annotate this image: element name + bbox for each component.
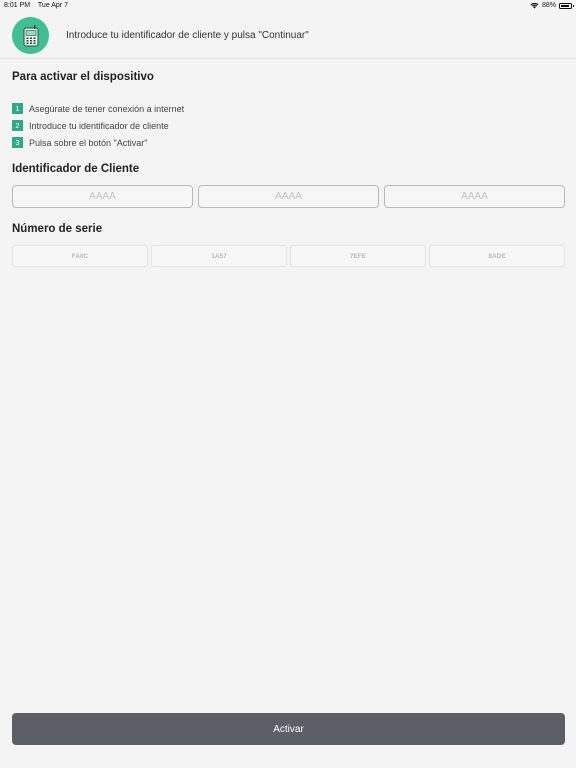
- serial-part-3: 7EFE: [290, 245, 426, 267]
- battery-fill: [561, 4, 569, 7]
- status-right: 88%: [530, 2, 574, 9]
- step-number: 1: [12, 103, 23, 114]
- wifi-icon: [530, 2, 539, 9]
- serial-part-2: 1A57: [151, 245, 287, 267]
- activation-title: Para activar el dispositivo: [12, 71, 154, 83]
- battery-tip: [572, 5, 574, 7]
- battery-icon: [559, 2, 574, 9]
- client-id-input-1[interactable]: [12, 185, 193, 208]
- step-item: 1 Asegúrate de tener conexión a internet: [12, 100, 184, 117]
- client-id-input-3[interactable]: [384, 185, 565, 208]
- step-item: 3 Pulsa sobre el botón "Activar": [12, 134, 184, 151]
- phone-icon: [12, 17, 49, 54]
- status-date: Tue Apr 7: [37, 2, 68, 9]
- activate-button[interactable]: Activar: [12, 713, 565, 745]
- serial-number-fields: FA0C 1A57 7EFE 8ADE: [12, 245, 565, 267]
- step-text: Introduce tu identificador de cliente: [29, 120, 169, 131]
- serial-part-4: 8ADE: [429, 245, 565, 267]
- step-number: 3: [12, 137, 23, 148]
- step-text: Asegúrate de tener conexión a internet: [29, 103, 185, 114]
- header: Introduce tu identificador de cliente y …: [0, 12, 576, 59]
- client-id-input-2[interactable]: [198, 185, 379, 208]
- client-id-fields: [12, 185, 565, 208]
- client-id-title: Identificador de Cliente: [12, 163, 140, 175]
- serial-part-1: FA0C: [12, 245, 148, 267]
- battery-percent: 88%: [541, 2, 556, 9]
- step-number: 2: [12, 120, 23, 131]
- steps-list: 1 Asegúrate de tener conexión a internet…: [12, 100, 184, 151]
- step-item: 2 Introduce tu identificador de cliente: [12, 117, 184, 134]
- phone-glyph: [23, 24, 38, 46]
- status-time: 8:01 PM: [4, 2, 31, 9]
- step-text: Pulsa sobre el botón "Activar": [29, 137, 148, 148]
- serial-title: Número de serie: [12, 223, 103, 235]
- status-left: 8:01 PM Tue Apr 7: [4, 2, 74, 9]
- status-bar: 8:01 PM Tue Apr 7 88%: [0, 0, 576, 12]
- header-instruction: Introduce tu identificador de cliente y …: [66, 30, 309, 41]
